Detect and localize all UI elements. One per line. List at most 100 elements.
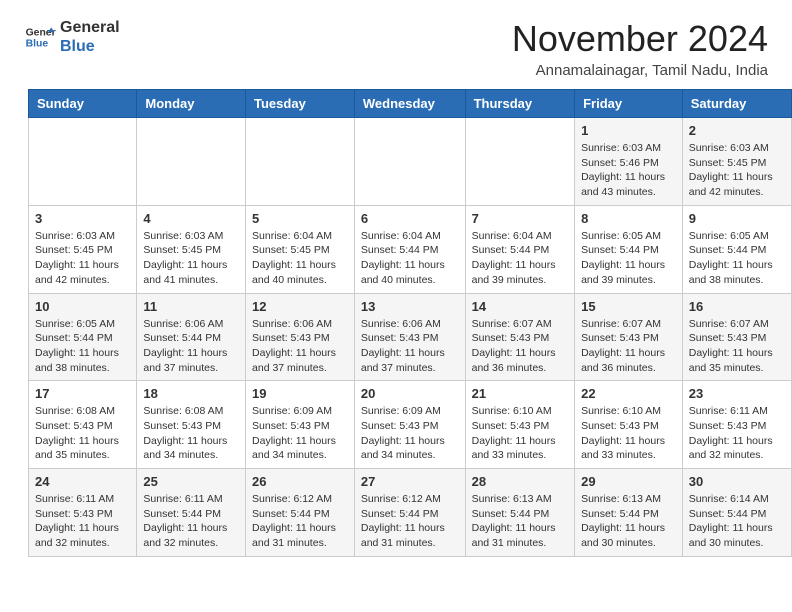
day-number: 8	[581, 211, 676, 226]
calendar-wrapper: SundayMondayTuesdayWednesdayThursdayFrid…	[0, 89, 792, 571]
calendar-cell: 18 Sunrise: 6:08 AM Sunset: 5:43 PM Dayli…	[137, 381, 246, 469]
calendar-header: SundayMondayTuesdayWednesdayThursdayFrid…	[29, 90, 792, 118]
logo: General Blue General Blue	[24, 18, 120, 56]
day-info: Sunrise: 6:11 AM Sunset: 5:43 PM Dayligh…	[689, 404, 785, 463]
logo-blue: Blue	[60, 37, 120, 56]
calendar-week-2: 3Sunrise: 6:03 AM Sunset: 5:45 PM Daylig…	[29, 205, 792, 293]
calendar-cell: 15 Sunrise: 6:07 AM Sunset: 5:43 PM Dayli…	[575, 293, 683, 381]
day-number: 25	[143, 474, 239, 489]
day-info: Sunrise: 6:13 AM Sunset: 5:44 PM Dayligh…	[581, 492, 676, 551]
day-number: 26	[252, 474, 348, 489]
day-info: Sunrise: 6:05 AM Sunset: 5:44 PM Dayligh…	[689, 229, 785, 288]
calendar-week-5: 24Sunrise: 6:11 AM Sunset: 5:43 PM Dayli…	[29, 469, 792, 557]
calendar-cell: 26 Sunrise: 6:12 AM Sunset: 5:44 PM Dayli…	[246, 469, 355, 557]
day-info: Sunrise: 6:07 AM Sunset: 5:43 PM Dayligh…	[581, 317, 676, 376]
calendar-cell: 30 Sunrise: 6:14 AM Sunset: 5:44 PM Dayli…	[682, 469, 791, 557]
calendar-cell: 22 Sunrise: 6:10 AM Sunset: 5:43 PM Dayli…	[575, 381, 683, 469]
day-info: Sunrise: 6:14 AM Sunset: 5:44 PM Dayligh…	[689, 492, 785, 551]
day-number: 23	[689, 386, 785, 401]
day-number: 2	[689, 123, 785, 138]
calendar-cell: 23 Sunrise: 6:11 AM Sunset: 5:43 PM Dayli…	[682, 381, 791, 469]
day-number: 20	[361, 386, 459, 401]
day-number: 22	[581, 386, 676, 401]
calendar-cell: 9Sunrise: 6:05 AM Sunset: 5:44 PM Daylig…	[682, 205, 791, 293]
svg-text:Blue: Blue	[26, 39, 49, 50]
day-info: Sunrise: 6:04 AM Sunset: 5:45 PM Dayligh…	[252, 229, 348, 288]
calendar-week-1: 1 Sunrise: 6:03 AM Sunset: 5:46 PM Daylig…	[29, 118, 792, 206]
calendar-cell: 11 Sunrise: 6:06 AM Sunset: 5:44 PM Dayli…	[137, 293, 246, 381]
calendar-header-tuesday: Tuesday	[246, 90, 355, 118]
calendar-cell: 13Sunrise: 6:06 AM Sunset: 5:43 PM Dayli…	[354, 293, 465, 381]
calendar-cell: 8Sunrise: 6:05 AM Sunset: 5:44 PM Daylig…	[575, 205, 683, 293]
day-number: 10	[35, 299, 130, 314]
title-block: November 2024 Annamalainagar, Tamil Nadu…	[512, 18, 768, 79]
month-title: November 2024	[512, 18, 768, 60]
calendar-cell	[354, 118, 465, 206]
calendar-header-saturday: Saturday	[682, 90, 791, 118]
day-info: Sunrise: 6:03 AM Sunset: 5:45 PM Dayligh…	[689, 141, 785, 200]
calendar-header-monday: Monday	[137, 90, 246, 118]
day-info: Sunrise: 6:13 AM Sunset: 5:44 PM Dayligh…	[472, 492, 568, 551]
day-number: 16	[689, 299, 785, 314]
calendar-cell: 7Sunrise: 6:04 AM Sunset: 5:44 PM Daylig…	[465, 205, 574, 293]
day-number: 14	[472, 299, 568, 314]
day-info: Sunrise: 6:06 AM Sunset: 5:43 PM Dayligh…	[252, 317, 348, 376]
day-number: 21	[472, 386, 568, 401]
calendar-cell: 5 Sunrise: 6:04 AM Sunset: 5:45 PM Daylig…	[246, 205, 355, 293]
day-number: 19	[252, 386, 348, 401]
calendar-cell: 10 Sunrise: 6:05 AM Sunset: 5:44 PM Dayli…	[29, 293, 137, 381]
calendar-table: SundayMondayTuesdayWednesdayThursdayFrid…	[28, 89, 792, 557]
calendar-header-friday: Friday	[575, 90, 683, 118]
day-number: 6	[361, 211, 459, 226]
day-number: 27	[361, 474, 459, 489]
day-info: Sunrise: 6:07 AM Sunset: 5:43 PM Dayligh…	[689, 317, 785, 376]
day-number: 30	[689, 474, 785, 489]
day-number: 29	[581, 474, 676, 489]
location: Annamalainagar, Tamil Nadu, India	[512, 62, 768, 79]
day-info: Sunrise: 6:10 AM Sunset: 5:43 PM Dayligh…	[472, 404, 568, 463]
day-info: Sunrise: 6:03 AM Sunset: 5:46 PM Dayligh…	[581, 141, 676, 200]
calendar-cell: 4Sunrise: 6:03 AM Sunset: 5:45 PM Daylig…	[137, 205, 246, 293]
calendar-cell: 16 Sunrise: 6:07 AM Sunset: 5:43 PM Dayli…	[682, 293, 791, 381]
calendar-cell: 1 Sunrise: 6:03 AM Sunset: 5:46 PM Daylig…	[575, 118, 683, 206]
day-info: Sunrise: 6:06 AM Sunset: 5:44 PM Dayligh…	[143, 317, 239, 376]
day-number: 28	[472, 474, 568, 489]
calendar-cell	[465, 118, 574, 206]
day-info: Sunrise: 6:12 AM Sunset: 5:44 PM Dayligh…	[252, 492, 348, 551]
day-number: 5	[252, 211, 348, 226]
day-number: 15	[581, 299, 676, 314]
day-number: 12	[252, 299, 348, 314]
page-header: General Blue General Blue November 2024 …	[0, 0, 792, 89]
calendar-cell: 24Sunrise: 6:11 AM Sunset: 5:43 PM Dayli…	[29, 469, 137, 557]
calendar-cell: 6Sunrise: 6:04 AM Sunset: 5:44 PM Daylig…	[354, 205, 465, 293]
day-info: Sunrise: 6:11 AM Sunset: 5:43 PM Dayligh…	[35, 492, 130, 551]
day-info: Sunrise: 6:06 AM Sunset: 5:43 PM Dayligh…	[361, 317, 459, 376]
day-number: 11	[143, 299, 239, 314]
day-number: 17	[35, 386, 130, 401]
day-info: Sunrise: 6:08 AM Sunset: 5:43 PM Dayligh…	[143, 404, 239, 463]
day-info: Sunrise: 6:07 AM Sunset: 5:43 PM Dayligh…	[472, 317, 568, 376]
day-number: 18	[143, 386, 239, 401]
day-number: 3	[35, 211, 130, 226]
calendar-cell: 17Sunrise: 6:08 AM Sunset: 5:43 PM Dayli…	[29, 381, 137, 469]
calendar-cell: 21 Sunrise: 6:10 AM Sunset: 5:43 PM Dayli…	[465, 381, 574, 469]
day-info: Sunrise: 6:05 AM Sunset: 5:44 PM Dayligh…	[35, 317, 130, 376]
day-info: Sunrise: 6:10 AM Sunset: 5:43 PM Dayligh…	[581, 404, 676, 463]
calendar-cell	[137, 118, 246, 206]
day-info: Sunrise: 6:12 AM Sunset: 5:44 PM Dayligh…	[361, 492, 459, 551]
calendar-cell: 3Sunrise: 6:03 AM Sunset: 5:45 PM Daylig…	[29, 205, 137, 293]
calendar-cell: 25 Sunrise: 6:11 AM Sunset: 5:44 PM Dayli…	[137, 469, 246, 557]
day-info: Sunrise: 6:09 AM Sunset: 5:43 PM Dayligh…	[252, 404, 348, 463]
day-number: 1	[581, 123, 676, 138]
day-number: 4	[143, 211, 239, 226]
calendar-cell	[246, 118, 355, 206]
calendar-cell: 2 Sunrise: 6:03 AM Sunset: 5:45 PM Daylig…	[682, 118, 791, 206]
day-number: 7	[472, 211, 568, 226]
logo-icon: General Blue	[24, 21, 56, 53]
calendar-cell	[29, 118, 137, 206]
calendar-header-thursday: Thursday	[465, 90, 574, 118]
calendar-header-sunday: Sunday	[29, 90, 137, 118]
day-info: Sunrise: 6:11 AM Sunset: 5:44 PM Dayligh…	[143, 492, 239, 551]
calendar-cell: 14 Sunrise: 6:07 AM Sunset: 5:43 PM Dayli…	[465, 293, 574, 381]
day-info: Sunrise: 6:09 AM Sunset: 5:43 PM Dayligh…	[361, 404, 459, 463]
